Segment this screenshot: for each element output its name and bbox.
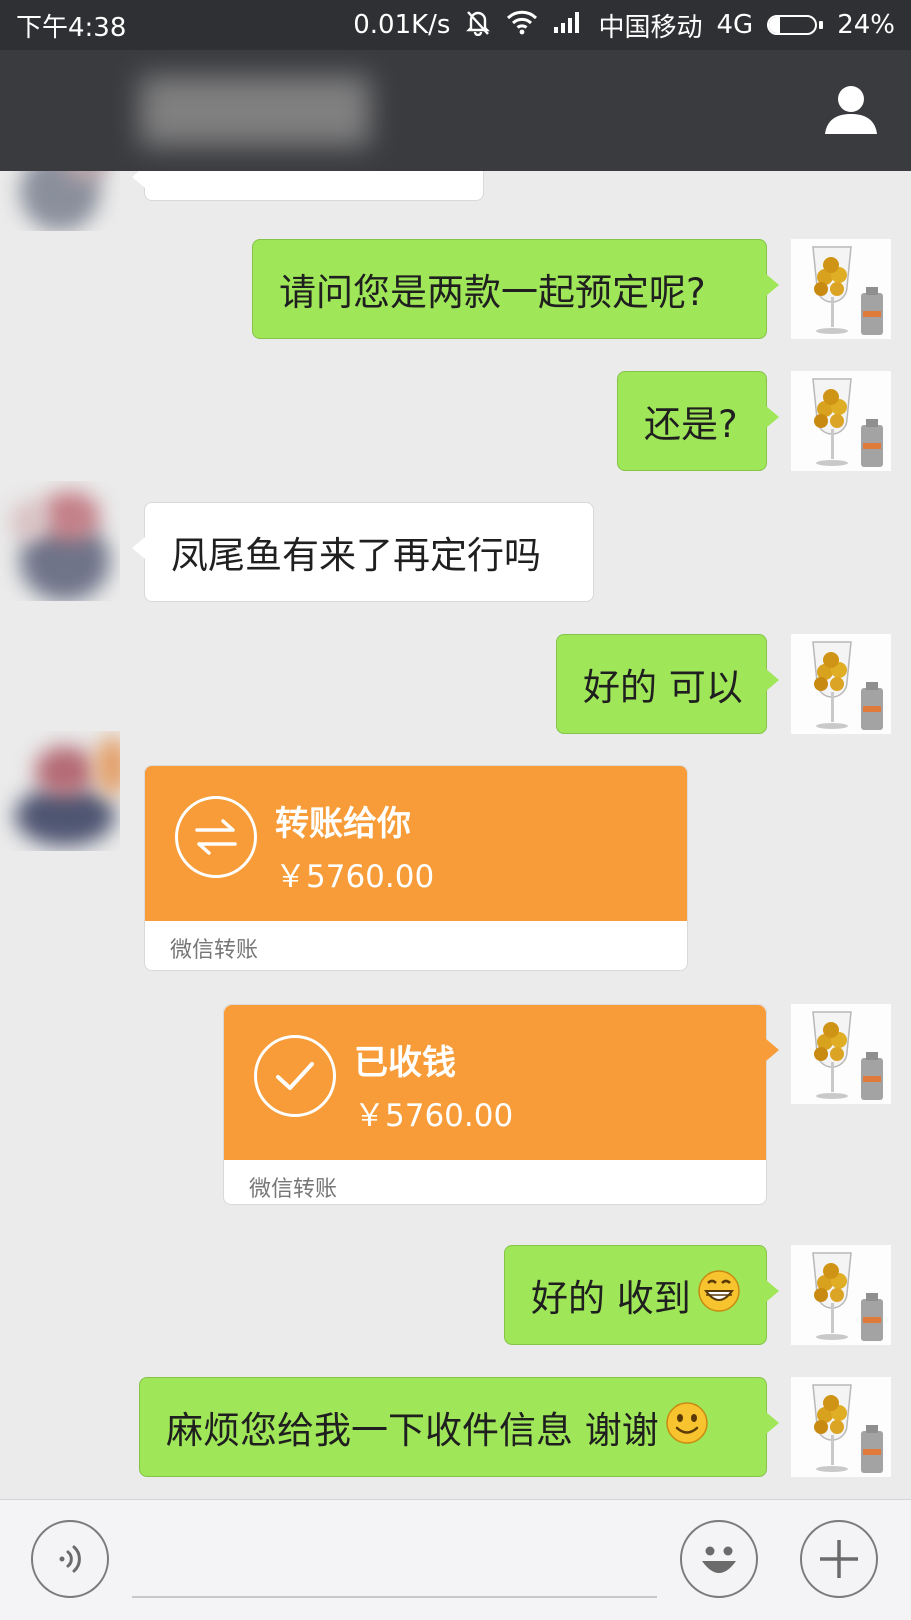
message-bubble-incoming[interactable]: 凤尾鱼有来了再定行吗	[132, 502, 594, 602]
transfer-title: 已收钱	[354, 1043, 456, 1083]
contact-name-redacted	[140, 76, 370, 146]
status-right: 0.01K/s 中国移动 4G 24%	[353, 7, 895, 44]
signal-icon	[552, 10, 584, 41]
message-text: 好的 可以	[583, 666, 743, 709]
transfer-arrows-icon	[175, 796, 257, 878]
chat-header	[0, 50, 911, 171]
avatar-self[interactable]	[791, 371, 891, 471]
avatar-self[interactable]	[791, 239, 891, 339]
avatar-other[interactable]	[0, 171, 120, 231]
chat-area[interactable]: 请问您是两款一起预定呢? 还是? 凤尾鱼有来了再定行吗 好的 可以 转账给你 ￥…	[0, 171, 911, 1499]
message-bubble-partial	[132, 171, 484, 201]
message-bubble-outgoing[interactable]: 麻烦您给我一下收件信息 谢谢	[139, 1377, 779, 1477]
carrier-name: 中国移动	[598, 12, 703, 43]
status-time: 下午4:38	[16, 12, 127, 43]
transfer-footer: 微信转账	[170, 938, 259, 963]
wifi-icon	[506, 9, 538, 42]
message-text: 凤尾鱼有来了再定行吗	[171, 534, 541, 577]
bell-muted-icon	[464, 8, 492, 43]
avatar-other[interactable]	[0, 731, 120, 851]
message-bubble-outgoing[interactable]: 请问您是两款一起预定呢?	[252, 239, 779, 339]
transfer-title: 转账给你	[275, 804, 411, 844]
status-bar: 下午4:38 0.01K/s 中国移动 4G 24%	[0, 0, 911, 50]
network-type: 4G	[716, 10, 754, 40]
avatar-other[interactable]	[0, 481, 120, 601]
avatar-self[interactable]	[791, 634, 891, 734]
message-text: 麻烦您给我一下收件信息 谢谢	[166, 1409, 659, 1452]
transfer-amount: ￥5760.00	[354, 1098, 514, 1134]
checkmark-icon	[254, 1035, 336, 1117]
avatar-self[interactable]	[791, 1004, 891, 1104]
input-bar	[0, 1499, 911, 1620]
plus-icon[interactable]	[800, 1520, 878, 1598]
transfer-card-outgoing[interactable]: 已收钱 ￥5760.00 微信转账	[223, 1004, 779, 1205]
message-text: 请问您是两款一起预定呢?	[279, 271, 706, 314]
grin-emoji-icon	[697, 1269, 741, 1322]
emoji-face-icon[interactable]	[680, 1520, 758, 1598]
message-bubble-outgoing[interactable]: 好的 收到	[504, 1245, 779, 1345]
transfer-card-incoming[interactable]: 转账给你 ￥5760.00 微信转账	[144, 765, 688, 971]
message-input[interactable]	[132, 1596, 657, 1598]
avatar-self[interactable]	[791, 1245, 891, 1345]
message-bubble-outgoing[interactable]: 还是?	[617, 371, 779, 471]
battery-percent: 24%	[837, 10, 895, 40]
voice-icon[interactable]	[31, 1520, 109, 1598]
smile-emoji-icon	[665, 1401, 709, 1454]
message-bubble-outgoing[interactable]: 好的 可以	[556, 634, 779, 734]
avatar-self[interactable]	[791, 1377, 891, 1477]
net-speed: 0.01K/s	[353, 10, 451, 40]
transfer-amount: ￥5760.00	[275, 859, 435, 895]
message-text: 还是?	[644, 403, 738, 446]
transfer-footer: 微信转账	[249, 1177, 338, 1202]
message-text: 好的 收到	[531, 1277, 691, 1320]
person-icon[interactable]	[821, 80, 881, 140]
battery-icon	[767, 15, 824, 35]
